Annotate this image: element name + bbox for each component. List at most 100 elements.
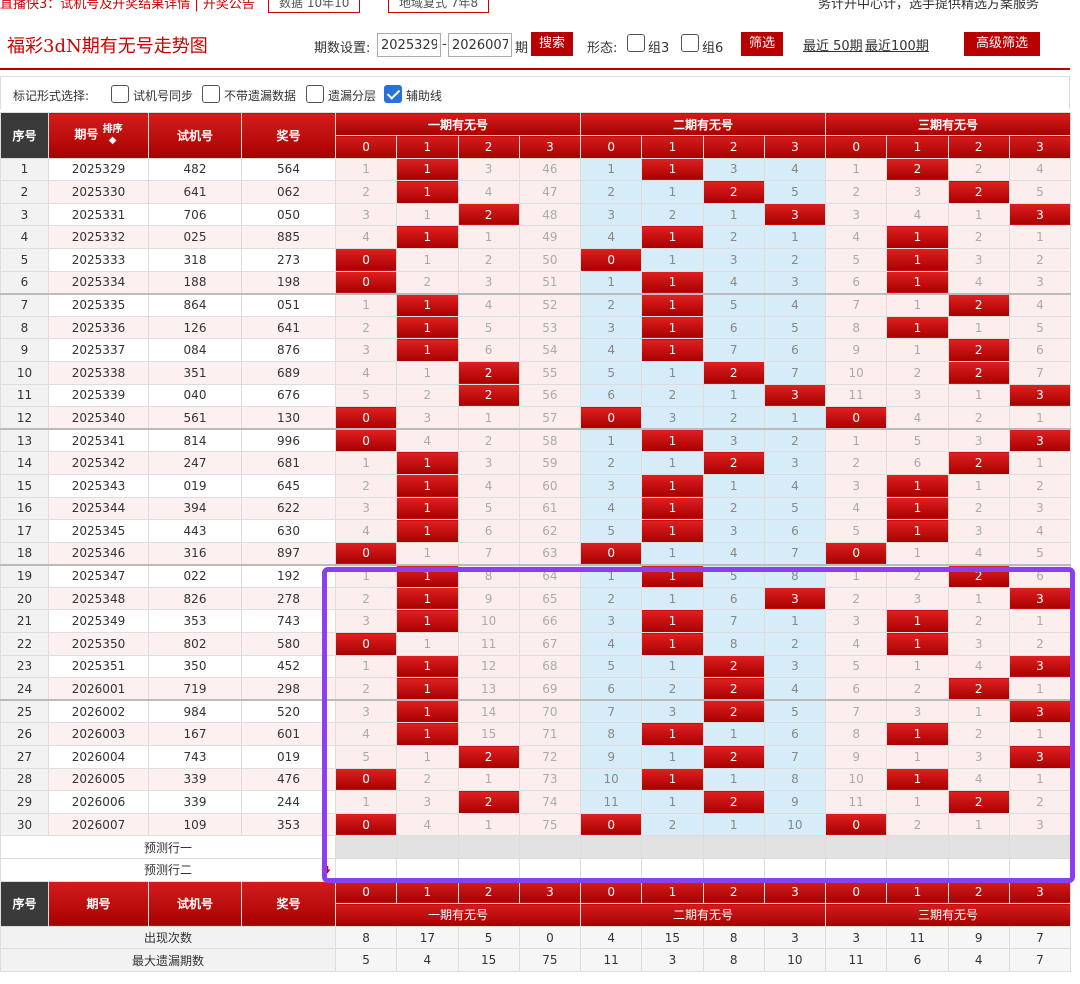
miss-cell: 1 <box>763 406 827 430</box>
miss-cell: 50 <box>518 247 582 272</box>
row-win: 298 <box>241 677 336 701</box>
table-row: 16 2025344 394 622 3 1 5 61 4 1 2 5 4 1 2 3 <box>0 496 1072 521</box>
miss-cell: 3 <box>825 609 888 634</box>
predict-cell[interactable] <box>334 835 398 859</box>
predict-cell[interactable] <box>580 835 643 859</box>
no-miss-checkbox[interactable] <box>202 85 220 103</box>
search-button[interactable]: 搜索 <box>531 32 574 56</box>
predict-cell[interactable] <box>396 835 459 859</box>
row-period: 2025351 <box>48 654 149 679</box>
predict-cell[interactable] <box>518 835 582 859</box>
row-trial: 826 <box>148 586 242 611</box>
row-period: 2025347 <box>48 563 149 588</box>
miss-cell: 54 <box>518 338 582 362</box>
row-win: 050 <box>241 202 336 227</box>
miss-cell: 53 <box>518 315 582 340</box>
predict-cell[interactable] <box>641 835 704 859</box>
hit-cell: 1 <box>396 451 459 475</box>
miss-cell: 15 <box>457 722 520 747</box>
footer-idx: 序号 <box>0 880 49 927</box>
predict-cell[interactable] <box>947 858 1010 882</box>
miss-cell: 7 <box>763 745 827 769</box>
recent-100-link[interactable]: 最近100期 <box>865 35 929 54</box>
stat-value: 4 <box>580 925 643 950</box>
predict-cell[interactable] <box>886 835 949 859</box>
predict-cell[interactable] <box>518 858 582 882</box>
row-trial: 339 <box>148 790 242 814</box>
miss-cell: 2 <box>334 315 398 340</box>
predict-cell[interactable] <box>825 858 888 882</box>
top-tab-1[interactable]: 数据 10年10 <box>268 0 361 13</box>
period-from-input[interactable] <box>377 33 441 57</box>
miss-cell: 11 <box>580 790 643 814</box>
predict-cell[interactable] <box>641 858 704 882</box>
predict-cell[interactable] <box>457 858 520 882</box>
digit-header: 2 <box>457 135 520 159</box>
predict-cell[interactable] <box>1008 858 1072 882</box>
table-row: 7 2025335 864 051 1 1 4 52 2 1 5 4 7 1 2 4 <box>0 292 1072 317</box>
group6-checkbox[interactable] <box>681 34 699 52</box>
miss-cell: 1 <box>702 767 765 792</box>
predict-cell[interactable] <box>702 835 765 859</box>
hit-cell: 0 <box>580 247 643 272</box>
miss-cell: 3 <box>702 428 765 453</box>
miss-cell: 2 <box>702 225 765 249</box>
row-index: 7 <box>0 292 49 317</box>
hit-cell: 1 <box>641 157 704 182</box>
row-index: 25 <box>0 699 49 724</box>
period-to-input[interactable] <box>448 33 512 57</box>
row-win: 244 <box>241 790 336 814</box>
predict-cell[interactable] <box>886 858 949 882</box>
top-tab-2[interactable]: 地域复式 7年8 <box>388 0 490 13</box>
header-idx: 序号 <box>0 112 49 159</box>
group3-checkbox[interactable] <box>627 34 645 52</box>
row-period: 2026004 <box>48 745 149 769</box>
row-trial: 984 <box>148 699 242 724</box>
miss-cell: 1 <box>947 812 1010 837</box>
table-row: 2 2025330 641 062 2 1 4 47 2 1 2 5 2 3 2 5 <box>0 180 1072 204</box>
miss-cell: 1 <box>641 654 704 679</box>
row-period: 2025346 <box>48 541 149 566</box>
row-trial: 025 <box>148 225 242 249</box>
predict-cell[interactable] <box>947 835 1010 859</box>
stat-value: 4 <box>396 948 459 972</box>
hit-cell: 0 <box>334 406 398 430</box>
row-period: 2025329 <box>48 157 149 182</box>
aux-line-checkbox[interactable] <box>384 85 402 103</box>
predict-cell[interactable] <box>457 835 520 859</box>
predict-cell[interactable] <box>396 858 459 882</box>
predict-cell[interactable] <box>763 835 827 859</box>
row-win: 996 <box>241 428 336 453</box>
group3-label: 组3 <box>648 41 670 56</box>
header-period[interactable]: 期号 排序 ◆ <box>48 112 149 159</box>
hit-cell: 1 <box>886 519 949 543</box>
hit-cell: 3 <box>1008 654 1072 679</box>
hit-cell: 2 <box>457 790 520 814</box>
predict-cell[interactable] <box>825 835 888 859</box>
predict-cell[interactable] <box>763 858 827 882</box>
miss-cell: 2 <box>580 586 643 611</box>
predict-cell[interactable] <box>580 858 643 882</box>
recent-50-link[interactable]: 最近 50期 <box>803 35 863 54</box>
row-win: 273 <box>241 247 336 272</box>
row-trial: 802 <box>148 632 242 656</box>
arrow-down-icon[interactable]: 🡇 <box>321 864 331 881</box>
miss-cell: 1 <box>641 180 704 204</box>
miss-cell: 1 <box>1008 225 1072 249</box>
miss-cell: 3 <box>1008 812 1072 837</box>
predict-cell[interactable] <box>334 858 398 882</box>
predict-cell[interactable] <box>702 858 765 882</box>
miss-cell: 8 <box>763 767 827 792</box>
miss-layer-checkbox[interactable] <box>306 85 324 103</box>
miss-cell: 62 <box>518 519 582 543</box>
predict-label-text: 预测行二 <box>143 863 192 878</box>
hit-cell: 3 <box>1008 699 1072 724</box>
filter-button[interactable]: 筛选 <box>741 32 784 56</box>
trial-sync-checkbox[interactable] <box>111 85 129 103</box>
advanced-filter-button[interactable]: 高级筛选 <box>964 32 1040 56</box>
predict-cell[interactable] <box>1008 835 1072 859</box>
row-index: 1 <box>0 157 49 182</box>
miss-cell: 1 <box>457 406 520 430</box>
miss-cell: 4 <box>763 292 827 317</box>
sort-icon[interactable]: 排序 ◆ <box>103 124 123 146</box>
